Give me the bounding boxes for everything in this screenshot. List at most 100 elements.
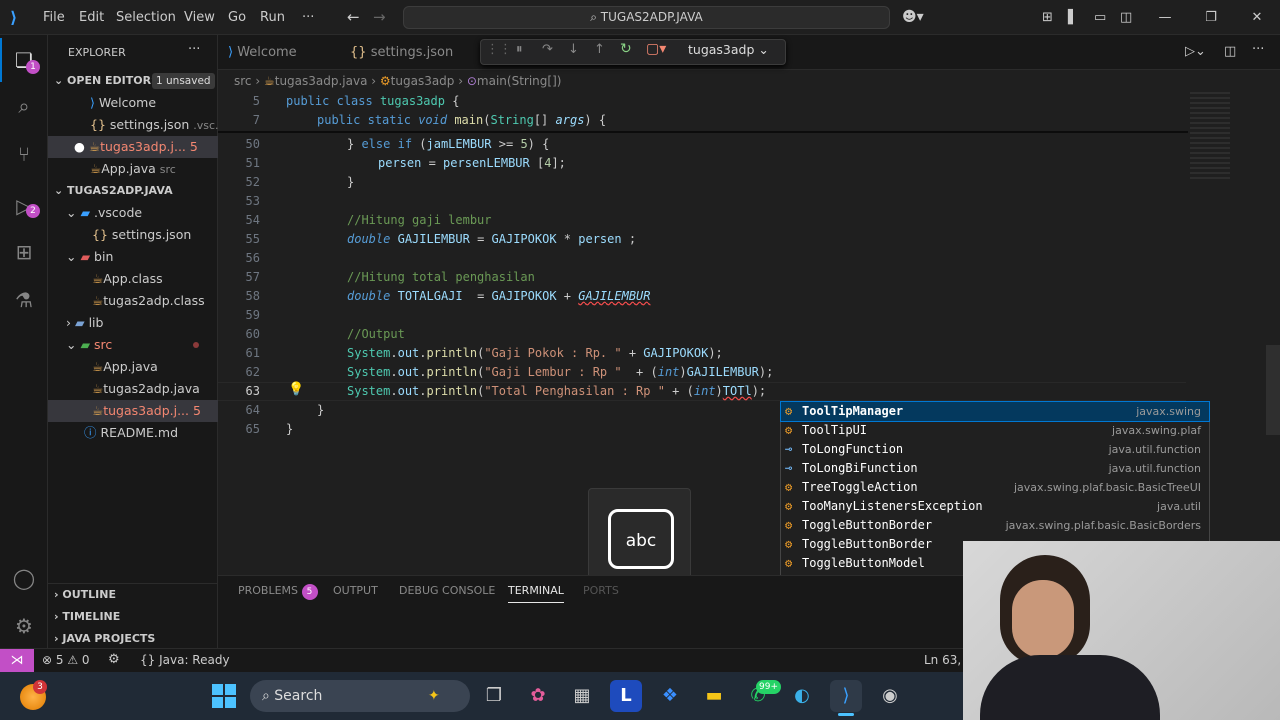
file-explorer-icon[interactable]: ▬ <box>698 680 730 712</box>
tree-item-lib[interactable]: › ▰ lib <box>48 312 218 334</box>
tree-item-vscode[interactable]: ⌄ ▰ .vscode <box>48 202 218 224</box>
more-actions-icon[interactable]: ··· <box>1252 42 1264 57</box>
project-header[interactable]: ⌄ TUGAS2ADP.JAVA <box>48 180 218 202</box>
toggle-secondary-sidebar-icon[interactable]: ◫ <box>1120 0 1132 35</box>
problems-status[interactable]: ⊗ 5 ⚠ 0 <box>42 653 90 667</box>
remote-icon[interactable]: ⋊ <box>0 649 34 672</box>
explorer-icon[interactable]: ❏ <box>0 36 48 84</box>
breadcrumb-method[interactable]: main(String[]) <box>477 74 562 88</box>
breadcrumb-file[interactable]: tugas3adp.java <box>275 74 368 88</box>
open-editor-tugas3adp[interactable]: ● ☕tugas3adp.j... 5 <box>48 136 218 158</box>
back-arrow-icon[interactable]: ← <box>347 0 360 35</box>
debug-status-icon[interactable]: ⚙ <box>108 652 120 667</box>
tab-welcome[interactable]: ⟩ Welcome <box>228 35 297 70</box>
tree-item-bin[interactable]: ⌄ ▰ bin <box>48 246 218 268</box>
task-view-icon[interactable]: ❐ <box>478 680 510 712</box>
tree-item-tugas2adp-class[interactable]: ☕tugas2adp.class <box>48 290 218 312</box>
vscode-taskbar-icon[interactable]: ⟩ <box>830 680 862 712</box>
copilot-icon[interactable]: ☻▾ <box>902 0 924 35</box>
step-into-icon[interactable]: ↓ <box>568 42 579 57</box>
suggestion-item[interactable]: ⊸ ToLongBiFunction java.util.function <box>781 459 1209 478</box>
close-icon[interactable]: ✕ <box>1234 0 1280 35</box>
command-center-search[interactable]: ⌕ TUGAS2ADP.JAVA <box>403 6 890 29</box>
menu-more[interactable]: ··· <box>302 0 314 35</box>
java-status[interactable]: {} Java: Ready <box>140 653 230 667</box>
toggle-sidebar-icon[interactable]: ▌ <box>1068 0 1078 35</box>
extensions-icon[interactable]: ⊞ <box>0 228 48 276</box>
tab-settings[interactable]: {} settings.json <box>350 35 453 70</box>
tree-item-app-class[interactable]: ☕App.class <box>48 268 218 290</box>
menu-edit[interactable]: Edit <box>79 0 104 35</box>
step-out-icon[interactable]: ↑ <box>594 42 605 57</box>
line-number: 55 <box>245 232 260 246</box>
open-editor-label: Welcome <box>98 95 157 110</box>
debug-config-select[interactable]: tugas3adp ⌄ <box>688 42 769 57</box>
split-editor-icon[interactable]: ◫ <box>1224 44 1236 59</box>
restart-icon[interactable]: ↻ <box>620 41 632 57</box>
manage-gear-icon[interactable]: ⚙ <box>0 602 48 650</box>
suggestion-item[interactable]: ⚙ ToolTipManager javax.swing <box>780 401 1210 422</box>
search-view-icon[interactable]: ⌕ <box>0 82 48 130</box>
account-icon[interactable]: ◯ <box>0 554 48 602</box>
outline-header[interactable]: › OUTLINE <box>48 584 218 606</box>
menu-go[interactable]: Go <box>228 0 246 35</box>
tree-item-tugas3adp-java[interactable]: ☕tugas3adp.j... 5 <box>48 400 218 422</box>
restore-icon[interactable]: ❐ <box>1188 0 1234 35</box>
step-over-icon[interactable]: ↷ <box>542 42 553 57</box>
testing-icon[interactable]: ⚗ <box>0 276 48 324</box>
suggestion-item[interactable]: ⚙ TooManyListenersException java.util <box>781 497 1209 516</box>
suggestion-package: javax.swing.plaf <box>1112 424 1201 437</box>
open-editor-settings[interactable]: {} settings.json .vsc... <box>48 114 218 136</box>
menu-run[interactable]: Run <box>260 0 285 35</box>
copilot-icon[interactable]: ✿ <box>522 680 554 712</box>
tab-problems[interactable]: PROBLEMS 5 <box>238 584 318 600</box>
chevron-down-icon: ⌄ <box>66 337 81 352</box>
menu-view[interactable]: View <box>184 0 215 35</box>
tree-item-readme[interactable]: ⓘ README.md <box>48 422 218 444</box>
edge-icon[interactable]: ◐ <box>786 680 818 712</box>
breadcrumb-class[interactable]: tugas3adp <box>391 74 455 88</box>
run-debug-icon[interactable]: ▷ <box>0 182 48 230</box>
taskbar-search[interactable]: ⌕ Search ✦ <box>250 680 470 712</box>
line-number: 63 <box>245 384 260 398</box>
forward-arrow-icon[interactable]: → <box>373 0 386 35</box>
suggestion-item[interactable]: ⊸ ToLongFunction java.util.function <box>781 440 1209 459</box>
windows-start-icon[interactable] <box>212 684 236 708</box>
minimize-icon[interactable]: — <box>1142 0 1188 35</box>
tab-output[interactable]: OUTPUT <box>333 584 378 600</box>
java-file-icon: ☕ <box>88 139 101 154</box>
chevron-down-icon: ⌄ <box>66 249 81 264</box>
pause-icon[interactable]: ⏸ <box>516 42 523 57</box>
explorer-more-icon[interactable]: ··· <box>188 42 200 57</box>
open-editor-app[interactable]: ☕App.java src <box>48 158 218 180</box>
problems-count: 5 <box>189 139 198 154</box>
tab-debug-console[interactable]: DEBUG CONSOLE <box>399 584 495 600</box>
tree-item-tugas2adp-java[interactable]: ☕tugas2adp.java <box>48 378 218 400</box>
lightbulb-icon[interactable]: 💡 <box>288 382 304 397</box>
tree-item-settings[interactable]: {} settings.json <box>48 224 218 246</box>
chrome-icon[interactable]: ◉ <box>874 680 906 712</box>
stop-icon[interactable]: ▢▾ <box>646 41 666 57</box>
tree-item-app-java[interactable]: ☕App.java <box>48 356 218 378</box>
timeline-header[interactable]: › TIMELINE <box>48 606 218 628</box>
vertical-scrollbar[interactable] <box>1266 345 1280 435</box>
menu-file[interactable]: File <box>43 0 65 35</box>
suggestion-item[interactable]: ⚙ ToolTipUI javax.swing.plaf <box>781 421 1209 440</box>
drag-handle-icon[interactable]: ⋮⋮ <box>486 42 512 57</box>
run-icon[interactable]: ▷⌄ <box>1185 44 1206 59</box>
open-editor-welcome[interactable]: ⟩ Welcome <box>48 92 218 114</box>
suggestion-item[interactable]: ⚙ TreeToggleAction javax.swing.plaf.basic.… <box>781 478 1209 497</box>
customize-layout-icon[interactable]: ⊞ <box>1042 0 1053 35</box>
breadcrumb-src[interactable]: src <box>234 74 252 88</box>
menu-selection[interactable]: Selection <box>116 0 176 35</box>
source-control-icon[interactable]: ⑂ <box>0 130 48 178</box>
tab-ports[interactable]: PORTS <box>583 584 619 600</box>
java-projects-header[interactable]: › JAVA PROJECTS <box>48 628 218 650</box>
suggestion-item[interactable]: ⚙ ToggleButtonBorder javax.swing.plaf.basi… <box>781 516 1209 535</box>
tab-terminal[interactable]: TERMINAL <box>508 584 564 603</box>
toggle-panel-icon[interactable]: ▭ <box>1094 0 1106 35</box>
minimap[interactable] <box>1190 92 1250 182</box>
launcher-l-icon[interactable]: L <box>610 680 642 712</box>
dropbox-icon[interactable]: ❖ <box>654 680 686 712</box>
store-icon[interactable]: ▦ <box>566 680 598 712</box>
